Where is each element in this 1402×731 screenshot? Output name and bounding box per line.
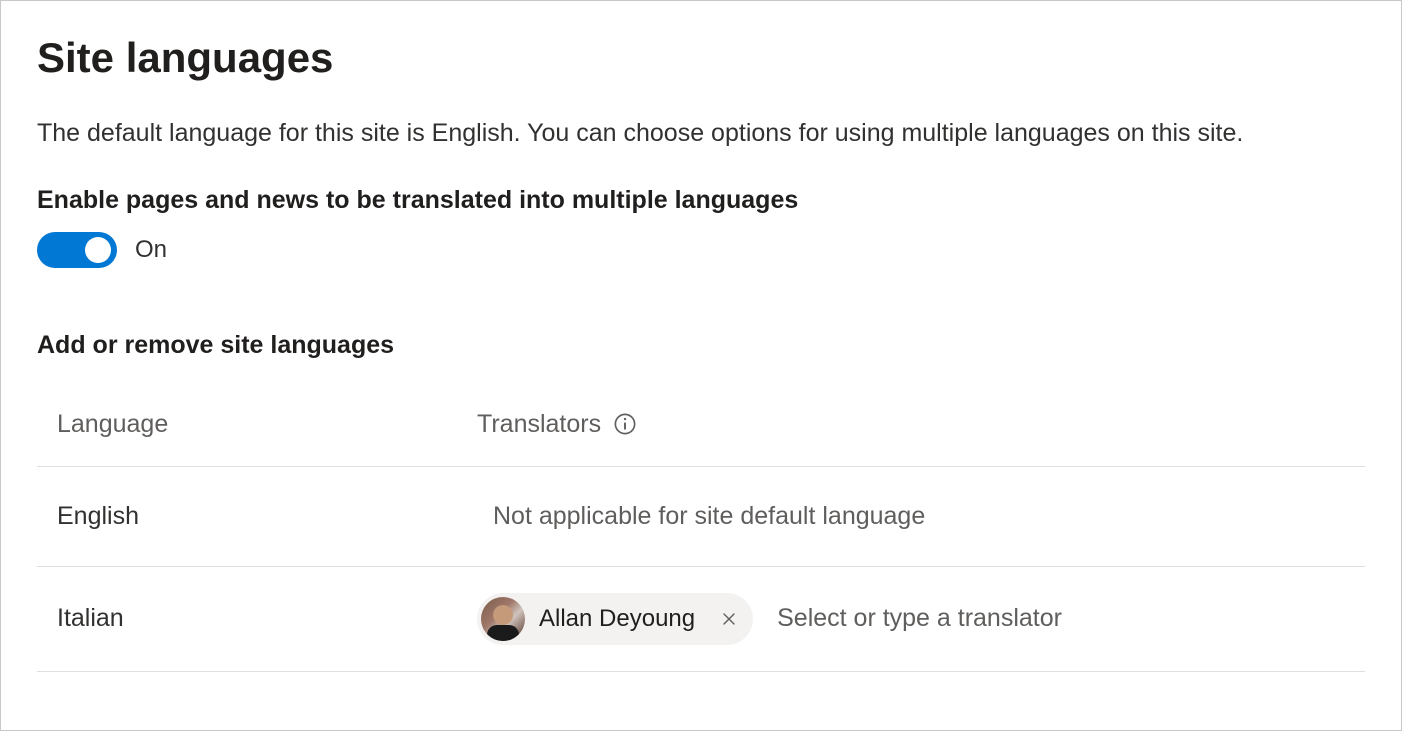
column-header-translators-text: Translators [477, 407, 601, 442]
toggle-knob [85, 237, 111, 263]
info-icon[interactable] [613, 412, 637, 436]
languages-table: Language Translators English Not applica… [37, 391, 1365, 672]
avatar [481, 597, 525, 641]
language-row-italian: Italian Allan Deyoung [37, 567, 1365, 672]
languages-header-row: Language Translators [37, 391, 1365, 467]
language-translators-english: Not applicable for site default language [477, 499, 1365, 534]
translator-chip[interactable]: Allan Deyoung [477, 593, 753, 645]
page-description: The default language for this site is En… [37, 116, 1365, 151]
language-row-english: English Not applicable for site default … [37, 467, 1365, 567]
translator-input[interactable] [777, 604, 1197, 633]
site-languages-panel: Site languages The default language for … [0, 0, 1402, 731]
translation-toggle-label: Enable pages and news to be translated i… [37, 183, 1365, 218]
translator-chip-name: Allan Deyoung [539, 602, 695, 636]
column-header-language: Language [57, 407, 477, 442]
language-name-italian: Italian [57, 601, 477, 636]
translation-toggle[interactable] [37, 232, 117, 268]
language-translators-italian: Allan Deyoung [477, 593, 1365, 645]
language-name-english: English [57, 499, 477, 534]
column-header-translators: Translators [477, 407, 1365, 442]
translation-toggle-state: On [135, 233, 167, 267]
languages-section-title: Add or remove site languages [37, 328, 1365, 363]
remove-translator-button[interactable] [715, 605, 743, 633]
page-title: Site languages [37, 29, 1365, 88]
default-language-note: Not applicable for site default language [493, 499, 925, 534]
translation-toggle-row: On [37, 232, 1365, 268]
